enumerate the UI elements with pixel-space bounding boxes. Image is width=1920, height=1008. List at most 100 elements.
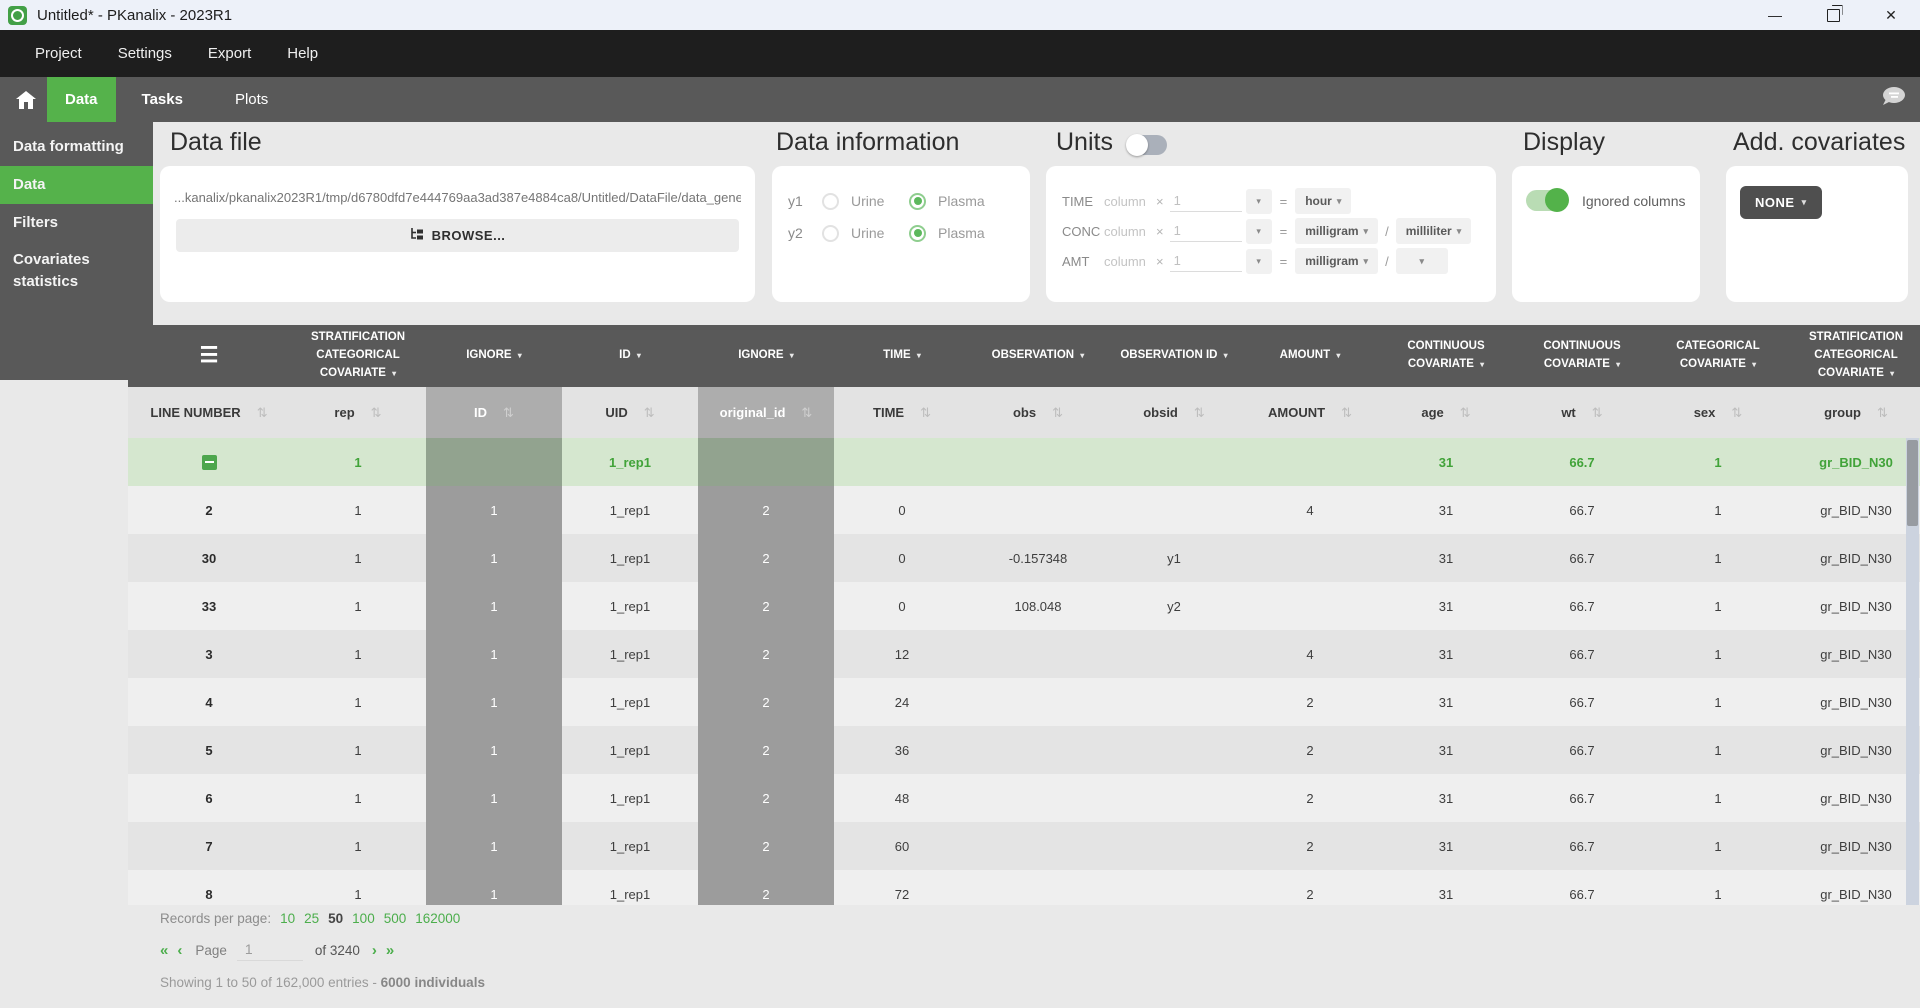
sidebar-item-data-formatting[interactable]: Data formatting [0, 128, 153, 166]
y1-urine-radio[interactable] [822, 193, 839, 210]
sort-icon[interactable]: ⇅ [1341, 405, 1352, 421]
column-name-header-original_id[interactable]: original_id⇅ [698, 387, 834, 438]
table-row[interactable]: 6111_rep124823166.71gr_BID_N30 [128, 774, 1920, 822]
menu-project[interactable]: Project [35, 45, 82, 62]
column-role-header-obs[interactable]: OBSERVATION ▾ [970, 325, 1106, 387]
records-option-50[interactable]: 50 [328, 911, 343, 926]
tab-tasks[interactable]: Tasks [124, 77, 201, 122]
add-covariates-none-button[interactable]: NONE▾ [1740, 186, 1822, 219]
column-name-header-group[interactable]: group⇅ [1786, 387, 1920, 438]
column-role-header-group[interactable]: STRATIFICATION CATEGORICAL COVARIATE ▾ [1786, 325, 1920, 387]
sort-icon[interactable]: ⇅ [801, 405, 812, 421]
next-page-icon[interactable]: › [372, 942, 377, 959]
column-role-header-age[interactable]: CONTINUOUS COVARIATE ▾ [1378, 325, 1514, 387]
y1-plasma-radio[interactable] [909, 193, 926, 210]
sort-icon[interactable]: ⇅ [644, 405, 655, 421]
records-option-162000[interactable]: 162000 [415, 911, 460, 926]
restore-button[interactable] [1804, 0, 1862, 30]
conc-multiplier-input[interactable]: 1 [1170, 220, 1242, 242]
sidebar-item-covariates-statistics[interactable]: Covariates statistics [0, 241, 113, 301]
scrollbar-thumb[interactable] [1907, 440, 1918, 526]
column-role-header-obsid[interactable]: OBSERVATION ID ▾ [1106, 325, 1242, 387]
column-name-header-LINE NUMBER[interactable]: LINE NUMBER⇅ [128, 387, 290, 438]
records-option-10[interactable]: 10 [280, 911, 295, 926]
vertical-scrollbar[interactable] [1906, 438, 1919, 905]
time-multiplier-input[interactable]: 1 [1170, 190, 1242, 212]
ignored-columns-toggle[interactable] [1526, 190, 1568, 211]
conc-denominator-unit-select[interactable]: milliliter▾ [1396, 218, 1472, 244]
column-name-header-TIME[interactable]: TIME⇅ [834, 387, 970, 438]
first-page-icon[interactable]: « [160, 942, 168, 959]
table-row[interactable]: 5111_rep123623166.71gr_BID_N30 [128, 726, 1920, 774]
sort-icon[interactable]: ⇅ [1194, 405, 1205, 421]
column-role-header-TIME[interactable]: TIME ▾ [834, 325, 970, 387]
tab-data[interactable]: Data [47, 77, 116, 122]
amt-denominator-unit-select[interactable]: ▾ [1396, 248, 1448, 274]
previous-page-icon[interactable]: ‹ [177, 942, 182, 959]
column-name-header-AMOUNT[interactable]: AMOUNT⇅ [1242, 387, 1378, 438]
close-button[interactable]: ✕ [1862, 0, 1920, 30]
minimize-button[interactable]: — [1746, 0, 1804, 30]
column-name-header-rep[interactable]: rep⇅ [290, 387, 426, 438]
column-name-header-obsid[interactable]: obsid⇅ [1106, 387, 1242, 438]
y2-urine-radio[interactable] [822, 225, 839, 242]
amt-numerator-unit-select[interactable]: milligram▾ [1295, 248, 1378, 274]
conc-column-select[interactable]: column [1104, 224, 1156, 239]
collapse-row-icon[interactable] [202, 455, 217, 470]
menu-help[interactable]: Help [287, 45, 318, 62]
time-multiplier-dropdown[interactable]: ▾ [1246, 189, 1272, 214]
sort-icon[interactable]: ⇅ [1460, 405, 1471, 421]
sort-icon[interactable]: ⇅ [1731, 405, 1742, 421]
table-row[interactable]: 11_rep13166.71gr_BID_N30 [128, 438, 1920, 486]
column-role-header-original_id[interactable]: IGNORE ▾ [698, 325, 834, 387]
conc-numerator-unit-select[interactable]: milligram▾ [1295, 218, 1378, 244]
column-name-header-ID[interactable]: ID⇅ [426, 387, 562, 438]
table-menu-button[interactable]: ☰ [128, 325, 290, 387]
sort-icon[interactable]: ⇅ [371, 405, 382, 421]
column-name-header-age[interactable]: age⇅ [1378, 387, 1514, 438]
home-icon[interactable] [13, 91, 39, 109]
comment-bubble-icon[interactable] [1880, 86, 1906, 113]
sort-icon[interactable]: ⇅ [1592, 405, 1603, 421]
records-option-100[interactable]: 100 [352, 911, 375, 926]
page-number-input[interactable] [237, 939, 303, 961]
column-name-header-sex[interactable]: sex⇅ [1650, 387, 1786, 438]
table-row[interactable]: 3111_rep121243166.71gr_BID_N30 [128, 630, 1920, 678]
column-role-header-rep[interactable]: STRATIFICATION CATEGORICAL COVARIATE ▾ [290, 325, 426, 387]
records-option-25[interactable]: 25 [304, 911, 319, 926]
table-row[interactable]: 2111_rep12043166.71gr_BID_N30 [128, 486, 1920, 534]
sort-icon[interactable]: ⇅ [1052, 405, 1063, 421]
time-column-select[interactable]: column [1104, 194, 1156, 209]
conc-multiplier-dropdown[interactable]: ▾ [1246, 219, 1272, 244]
tab-plots[interactable]: Plots [217, 77, 286, 122]
column-role-header-wt[interactable]: CONTINUOUS COVARIATE ▾ [1514, 325, 1650, 387]
units-toggle[interactable] [1127, 135, 1167, 155]
table-row[interactable]: 7111_rep126023166.71gr_BID_N30 [128, 822, 1920, 870]
column-role-header-AMOUNT[interactable]: AMOUNT ▾ [1242, 325, 1378, 387]
menu-export[interactable]: Export [208, 45, 251, 62]
column-name-header-wt[interactable]: wt⇅ [1514, 387, 1650, 438]
browse-button[interactable]: BROWSE... [176, 219, 739, 252]
amt-multiplier-input[interactable]: 1 [1170, 250, 1242, 272]
menu-settings[interactable]: Settings [118, 45, 172, 62]
table-row[interactable]: 33111_rep120108.048y23166.71gr_BID_N30 [128, 582, 1920, 630]
sidebar-item-filters[interactable]: Filters [0, 204, 153, 242]
column-name-header-obs[interactable]: obs⇅ [970, 387, 1106, 438]
table-row[interactable]: 30111_rep120-0.157348y13166.71gr_BID_N30 [128, 534, 1920, 582]
sort-icon[interactable]: ⇅ [503, 405, 514, 421]
column-role-header-ID[interactable]: IGNORE ▾ [426, 325, 562, 387]
column-role-header-UID[interactable]: ID ▾ [562, 325, 698, 387]
sort-icon[interactable]: ⇅ [920, 405, 931, 421]
amt-column-select[interactable]: column [1104, 254, 1156, 269]
sort-icon[interactable]: ⇅ [257, 405, 268, 421]
column-role-header-sex[interactable]: CATEGORICAL COVARIATE ▾ [1650, 325, 1786, 387]
sidebar-item-data[interactable]: Data [0, 166, 153, 204]
column-name-header-UID[interactable]: UID⇅ [562, 387, 698, 438]
last-page-icon[interactable]: » [386, 942, 394, 959]
table-row[interactable]: 8111_rep127223166.71gr_BID_N30 [128, 870, 1920, 905]
time-unit-select[interactable]: hour▾ [1295, 188, 1351, 214]
y2-plasma-radio[interactable] [909, 225, 926, 242]
records-option-500[interactable]: 500 [384, 911, 407, 926]
table-row[interactable]: 4111_rep122423166.71gr_BID_N30 [128, 678, 1920, 726]
amt-multiplier-dropdown[interactable]: ▾ [1246, 249, 1272, 274]
